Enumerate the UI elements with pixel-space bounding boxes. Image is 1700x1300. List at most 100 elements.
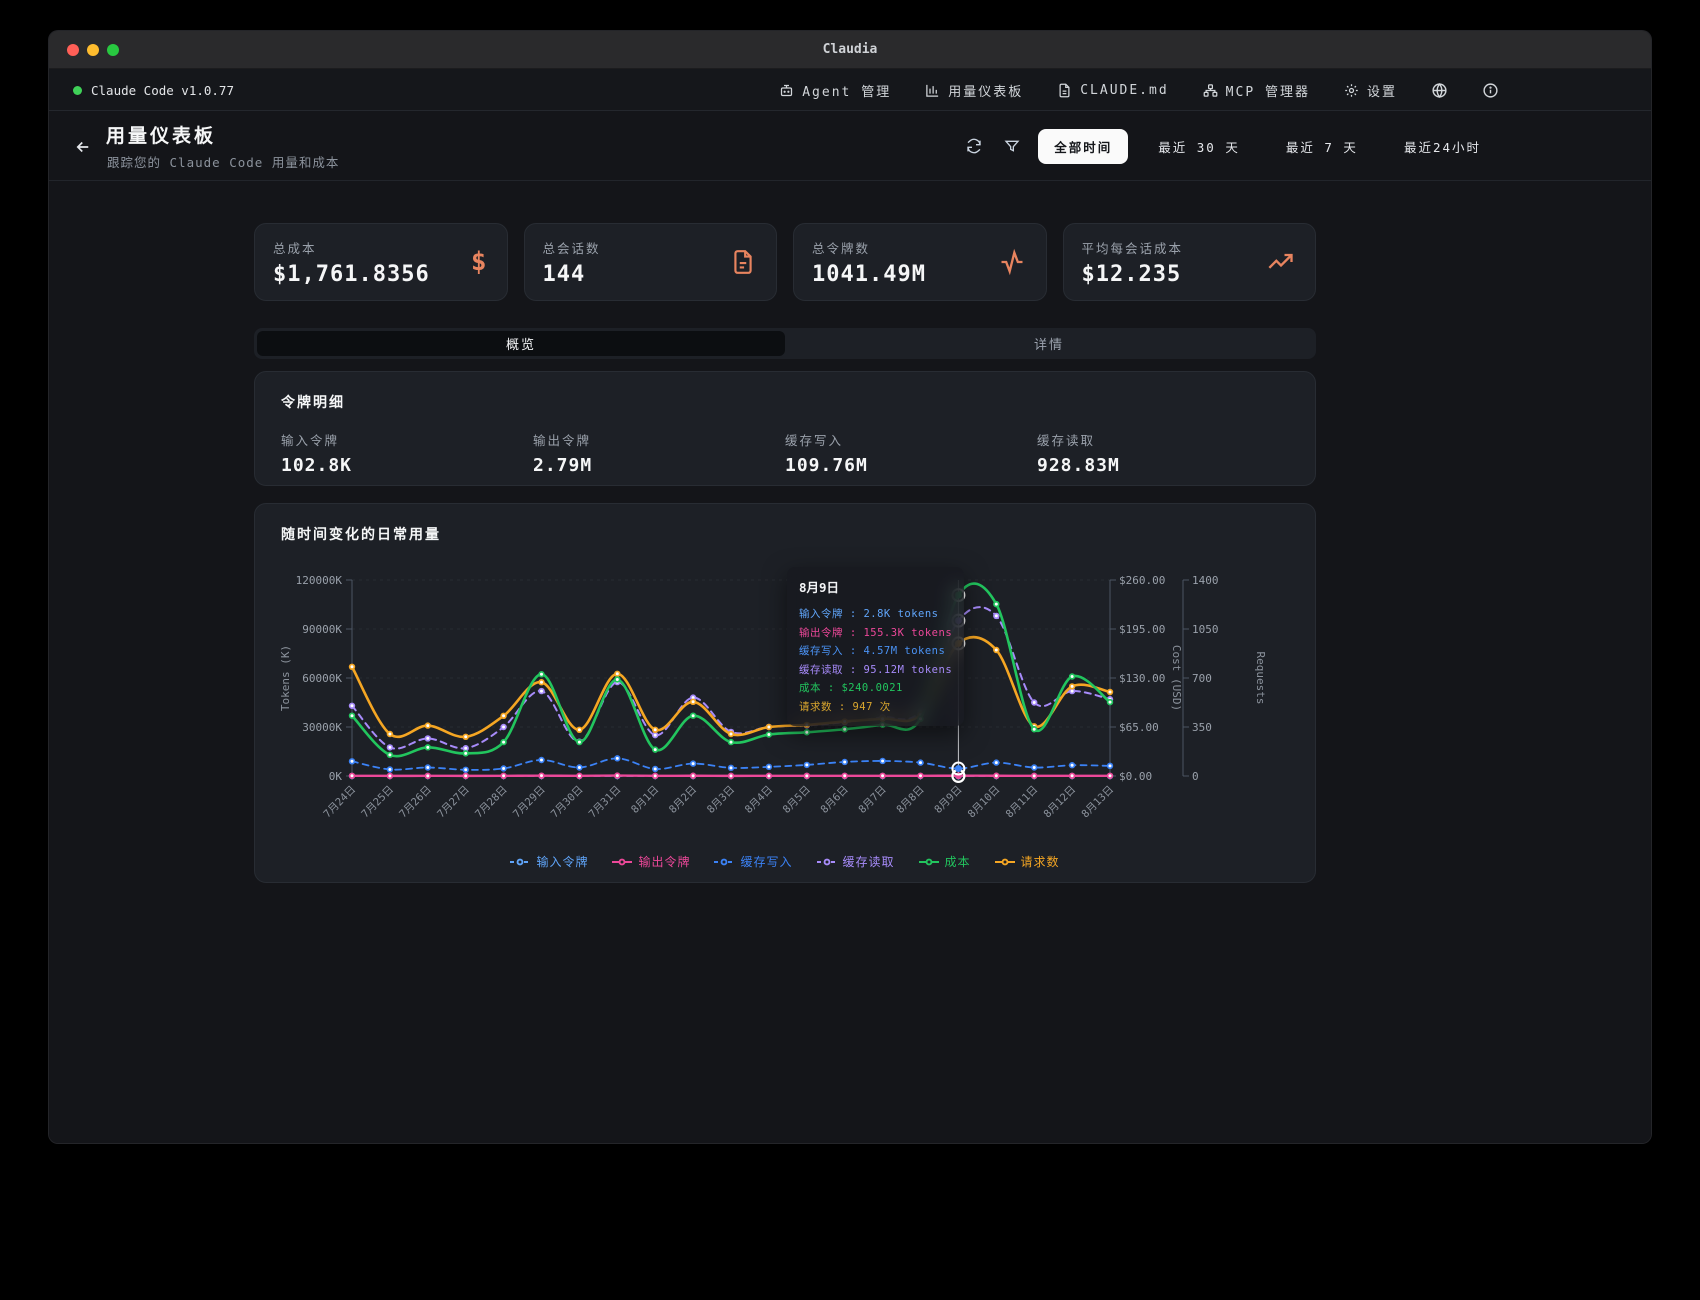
chart-tooltip: 8月9日 输入令牌 : 2.8K tokens输出令牌 : 155.3K tok… bbox=[787, 567, 964, 726]
daily-usage-chart-card: 随时间变化的日常用量 0K30000K60000K90000K120000KTo… bbox=[254, 503, 1316, 883]
legend-marker-icon bbox=[714, 857, 734, 867]
tooltip-row: 缓存读取 : 95.12M tokens bbox=[799, 661, 952, 680]
legend-item[interactable]: 输入令牌 bbox=[510, 853, 588, 870]
nav-claude-md[interactable]: CLAUDE.md bbox=[1057, 83, 1168, 98]
svg-text:8月13日: 8月13日 bbox=[1079, 784, 1116, 821]
activity-icon bbox=[998, 248, 1026, 276]
svg-text:8月4日: 8月4日 bbox=[743, 784, 775, 816]
tooltip-date: 8月9日 bbox=[799, 577, 952, 596]
menubar: Claude Code v1.0.77 Agent 管理 用量仪表板 CLAUD… bbox=[49, 69, 1651, 111]
window-title: Claudia bbox=[49, 31, 1651, 69]
svg-text:60000K: 60000K bbox=[302, 672, 342, 685]
app-window: Claudia Claude Code v1.0.77 Agent 管理 用量仪… bbox=[48, 30, 1652, 1144]
file-icon bbox=[1057, 83, 1072, 98]
stat-card-total-tokens: 总令牌数 1041.49M bbox=[793, 223, 1047, 301]
legend-marker-icon bbox=[919, 857, 939, 867]
tooltip-row: 缓存写入 : 4.57M tokens bbox=[799, 642, 952, 661]
network-icon bbox=[1203, 83, 1218, 98]
nav-agent-manager[interactable]: Agent 管理 bbox=[779, 81, 891, 100]
stats-row: 总成本 $1,761.8356 $ 总会话数 144 总令牌数 1041.49M… bbox=[254, 223, 1316, 301]
legend-label: 输入令牌 bbox=[536, 853, 588, 870]
svg-text:0: 0 bbox=[1192, 770, 1199, 783]
stat-label: 总令牌数 bbox=[812, 238, 1028, 257]
file-text-icon bbox=[730, 249, 756, 275]
svg-text:7月27日: 7月27日 bbox=[435, 784, 472, 821]
svg-text:120000K: 120000K bbox=[296, 574, 343, 587]
back-button[interactable] bbox=[71, 135, 95, 159]
stat-value: $1,761.8356 bbox=[273, 262, 489, 287]
about-button[interactable] bbox=[1482, 82, 1499, 99]
svg-text:8月10日: 8月10日 bbox=[966, 784, 1003, 821]
svg-text:8月7日: 8月7日 bbox=[856, 784, 888, 816]
svg-text:Requests: Requests bbox=[1254, 652, 1267, 705]
stat-value: $12.235 bbox=[1082, 262, 1298, 287]
page-header: 用量仪表板 跟踪您的 Claude Code 用量和成本 全部时间 最近 30 … bbox=[49, 111, 1651, 181]
stat-label: 总会话数 bbox=[543, 238, 759, 257]
stat-label: 平均每会话成本 bbox=[1082, 238, 1298, 257]
time-filters: 全部时间 最近 30 天 最近 7 天 最近24小时 bbox=[962, 111, 1497, 181]
legend-marker-icon bbox=[817, 857, 837, 867]
legend-item[interactable]: 请求数 bbox=[995, 853, 1060, 870]
tab-details[interactable]: 详情 bbox=[785, 331, 1313, 356]
legend-item[interactable]: 缓存写入 bbox=[714, 853, 792, 870]
svg-text:8月6日: 8月6日 bbox=[819, 784, 851, 816]
svg-text:8月8日: 8月8日 bbox=[894, 784, 926, 816]
svg-text:350: 350 bbox=[1192, 721, 1212, 734]
stat-card-avg-cost: 平均每会话成本 $12.235 bbox=[1063, 223, 1317, 301]
nav-mcp-manager[interactable]: MCP 管理器 bbox=[1203, 81, 1310, 100]
svg-text:$0.00: $0.00 bbox=[1119, 770, 1152, 783]
filter-button[interactable] bbox=[1000, 134, 1024, 158]
view-tabs: 概览 详情 bbox=[254, 328, 1316, 359]
stat-card-total-cost: 总成本 $1,761.8356 $ bbox=[254, 223, 508, 301]
filter-last-30-days[interactable]: 最近 30 天 bbox=[1142, 129, 1256, 164]
stat-value: 144 bbox=[543, 262, 759, 287]
svg-text:7月24日: 7月24日 bbox=[321, 784, 358, 821]
nav-settings[interactable]: 设置 bbox=[1344, 81, 1397, 100]
svg-text:$260.00: $260.00 bbox=[1119, 574, 1165, 587]
dollar-icon: $ bbox=[471, 247, 487, 277]
legend-label: 成本 bbox=[945, 853, 971, 870]
token-col-cache-write: 缓存写入 109.76M bbox=[785, 430, 1037, 476]
token-col-output: 输出令牌 2.79M bbox=[533, 430, 785, 476]
status-dot-icon bbox=[73, 86, 82, 95]
svg-text:7月26日: 7月26日 bbox=[397, 784, 434, 821]
tooltip-row: 请求数 : 947 次 bbox=[799, 698, 952, 717]
filter-last-7-days[interactable]: 最近 7 天 bbox=[1270, 129, 1374, 164]
svg-text:$65.00: $65.00 bbox=[1119, 721, 1159, 734]
legend-label: 输出令牌 bbox=[638, 853, 690, 870]
nav-usage-dashboard[interactable]: 用量仪表板 bbox=[925, 81, 1023, 100]
svg-text:0K: 0K bbox=[329, 770, 343, 783]
svg-text:7月28日: 7月28日 bbox=[473, 784, 510, 821]
content-area: 总成本 $1,761.8356 $ 总会话数 144 总令牌数 1041.49M… bbox=[49, 181, 1651, 1144]
svg-text:700: 700 bbox=[1192, 672, 1212, 685]
legend-item[interactable]: 输出令牌 bbox=[612, 853, 690, 870]
legend-marker-icon bbox=[612, 857, 632, 867]
legend-label: 请求数 bbox=[1021, 853, 1060, 870]
filter-all-time[interactable]: 全部时间 bbox=[1038, 129, 1128, 164]
arrow-left-icon bbox=[74, 138, 92, 156]
refresh-icon bbox=[966, 138, 982, 154]
bar-chart-icon bbox=[925, 83, 940, 98]
legend-item[interactable]: 缓存读取 bbox=[817, 853, 895, 870]
token-col-input: 输入令牌 102.8K bbox=[281, 430, 533, 476]
svg-text:7月25日: 7月25日 bbox=[359, 784, 396, 821]
tooltip-row: 输出令牌 : 155.3K tokens bbox=[799, 624, 952, 643]
token-col-cache-read: 缓存读取 928.83M bbox=[1037, 430, 1289, 476]
app-brand: Claude Code v1.0.77 bbox=[73, 69, 234, 111]
language-button[interactable] bbox=[1431, 82, 1448, 99]
svg-text:90000K: 90000K bbox=[302, 623, 342, 636]
filter-last-24h[interactable]: 最近24小时 bbox=[1388, 129, 1497, 164]
daily-usage-chart[interactable]: 0K30000K60000K90000K120000KTokens (K)7月2… bbox=[265, 550, 1307, 842]
page-title: 用量仪表板 bbox=[106, 121, 216, 148]
tab-overview[interactable]: 概览 bbox=[257, 331, 785, 356]
token-breakdown-title: 令牌明细 bbox=[281, 392, 1289, 412]
main-nav: Agent 管理 用量仪表板 CLAUDE.md MCP 管理器 设置 bbox=[779, 69, 1499, 111]
robot-icon bbox=[779, 83, 794, 98]
svg-text:30000K: 30000K bbox=[302, 721, 342, 734]
svg-text:1400: 1400 bbox=[1192, 574, 1219, 587]
chart-title: 随时间变化的日常用量 bbox=[281, 524, 441, 544]
legend-item[interactable]: 成本 bbox=[919, 853, 971, 870]
svg-text:Cost (USD): Cost (USD) bbox=[1170, 645, 1183, 711]
token-breakdown-grid: 输入令牌 102.8K 输出令牌 2.79M 缓存写入 109.76M 缓存读取… bbox=[281, 430, 1289, 476]
refresh-button[interactable] bbox=[962, 134, 986, 158]
